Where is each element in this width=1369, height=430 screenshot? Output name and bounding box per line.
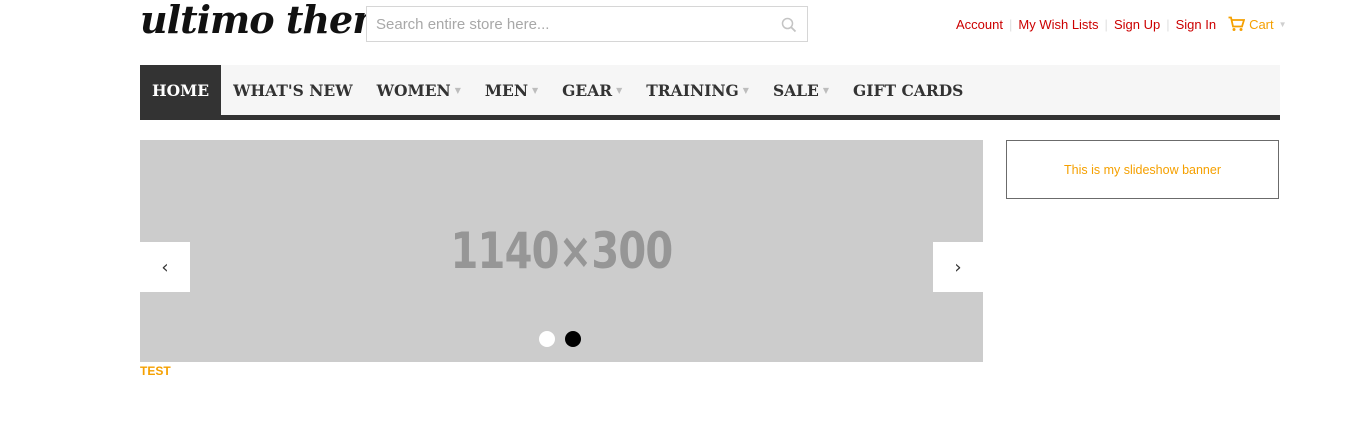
nav-item-women[interactable]: WOMEN ▼ xyxy=(365,65,473,115)
banner-text: This is my slideshow banner xyxy=(1063,162,1221,177)
nav-item-sale[interactable]: SALE ▼ xyxy=(761,65,841,115)
nav-item-label: MEN xyxy=(484,80,528,100)
header-links: Account | My Wish Lists | Sign Up | Sign… xyxy=(956,15,1287,33)
slideshow-banner[interactable]: This is my slideshow banner xyxy=(1006,140,1279,199)
slideshow: 1140×300 ‹ › xyxy=(140,140,983,362)
signin-link[interactable]: Sign In xyxy=(1176,17,1216,32)
nav-item-label: WHAT'S NEW xyxy=(233,80,353,100)
nav-item-men[interactable]: MEN ▼ xyxy=(473,65,550,115)
nav-item-gear[interactable]: GEAR ▼ xyxy=(550,65,634,115)
search-box xyxy=(366,6,808,42)
link-divider: | xyxy=(1008,16,1013,32)
slide-pagination xyxy=(539,331,581,347)
chevron-down-icon: ▼ xyxy=(531,85,539,95)
nav-item-training[interactable]: TRAINING ▼ xyxy=(634,65,761,115)
chevron-down-icon: ▼ xyxy=(1278,19,1287,29)
main-navigation: HOME WHAT'S NEW WOMEN ▼ MEN ▼ GEAR ▼ TRAINI… xyxy=(140,65,1280,120)
nav-item-label: SALE xyxy=(772,80,819,100)
chevron-left-icon: ‹ xyxy=(161,256,169,278)
account-link[interactable]: Account xyxy=(956,17,1003,32)
chevron-down-icon: ▼ xyxy=(616,85,623,95)
slide-dot-2[interactable] xyxy=(565,331,581,347)
nav-item-label: GIFT CARDS xyxy=(853,80,964,100)
signup-link[interactable]: Sign Up xyxy=(1114,17,1160,32)
chevron-down-icon: ▼ xyxy=(742,85,749,95)
chevron-down-icon: ▼ xyxy=(822,85,830,95)
link-divider: | xyxy=(1166,16,1170,32)
slide-dot-1[interactable] xyxy=(539,331,555,347)
slide-caption: TEST xyxy=(140,364,171,378)
cart-icon xyxy=(1228,16,1246,31)
nav-item-label: HOME xyxy=(152,80,210,100)
cart-button[interactable]: Cart ▼ xyxy=(1228,16,1287,32)
chevron-right-icon: › xyxy=(954,256,962,278)
chevron-down-icon: ▼ xyxy=(454,85,461,95)
link-divider: | xyxy=(1104,16,1108,32)
search-input[interactable] xyxy=(367,7,767,41)
slide-prev-button[interactable]: ‹ xyxy=(140,242,190,292)
cart-label: Cart xyxy=(1249,16,1274,32)
nav-item-whats-new[interactable]: WHAT'S NEW xyxy=(221,65,365,115)
wishlist-link[interactable]: My Wish Lists xyxy=(1018,17,1098,32)
slide-next-button[interactable]: › xyxy=(933,242,983,292)
nav-item-label: WOMEN xyxy=(376,80,451,100)
slide-placeholder-image[interactable]: 1140×300 xyxy=(224,222,898,280)
search-icon[interactable] xyxy=(781,17,797,33)
nav-item-home[interactable]: HOME xyxy=(140,65,222,115)
nav-item-label: TRAINING xyxy=(646,80,739,100)
nav-item-label: GEAR xyxy=(562,80,613,100)
nav-item-gift-cards[interactable]: GIFT CARDS xyxy=(841,65,975,115)
